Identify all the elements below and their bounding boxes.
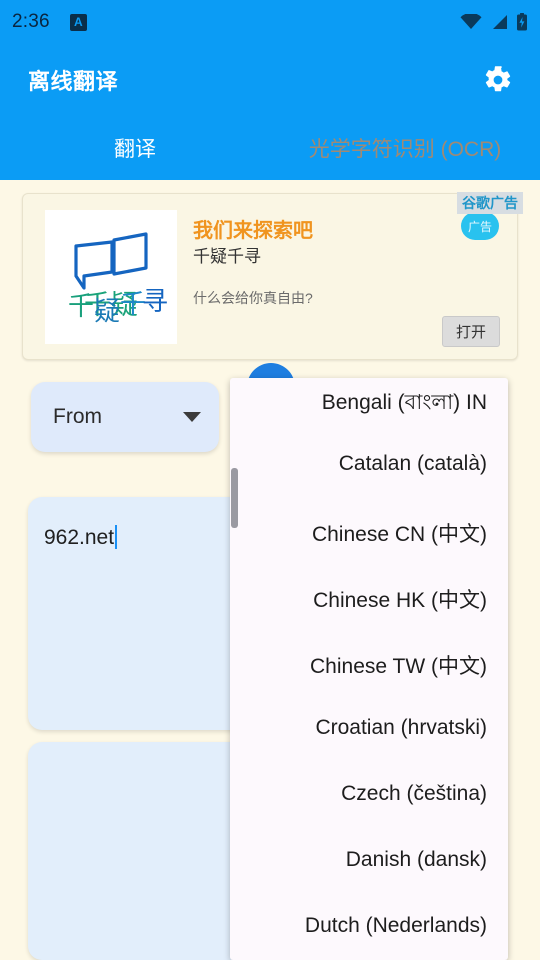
ad-thumbnail: 千疑 千 疑 千 寻: [45, 210, 177, 344]
from-language-label: From: [53, 405, 102, 428]
language-option-chinese-hk[interactable]: Chinese HK (中文): [230, 584, 487, 614]
language-option-bengali[interactable]: Bengali (বাংলা) IN: [230, 386, 487, 421]
status-clock: 2:36: [12, 11, 50, 32]
page-title: 离线翻译: [28, 69, 119, 94]
language-option-chinese-tw[interactable]: Chinese TW (中文): [230, 650, 487, 680]
ad-body-text: 什么会给你真自由?: [193, 290, 313, 306]
tab-translate[interactable]: 翻译: [0, 116, 270, 180]
language-option-czech[interactable]: Czech (čeština): [230, 782, 487, 806]
ad-open-button[interactable]: 打开: [441, 316, 500, 347]
language-option-dutch[interactable]: Dutch (Nederlands): [230, 914, 487, 938]
ad-subtitle: 千疑千寻: [193, 247, 261, 266]
chevron-down-icon: [183, 412, 201, 422]
language-option-catalan[interactable]: Catalan (català): [230, 452, 487, 476]
tab-bar: 翻译 光学字符识别 (OCR): [0, 116, 540, 180]
tab-ocr[interactable]: 光学字符识别 (OCR): [270, 116, 540, 180]
from-language-dropdown[interactable]: From: [31, 382, 219, 452]
signal-icon: [490, 14, 508, 30]
ad-badge: 广告: [461, 212, 499, 240]
text-cursor: [115, 525, 118, 549]
language-dropdown-list[interactable]: Bengali (বাংলা) IN Catalan (català) Chin…: [230, 378, 508, 960]
ad-sponsor-label: 谷歌广告: [457, 192, 523, 214]
language-option-croatian[interactable]: Croatian (hrvatski): [230, 716, 487, 740]
wifi-icon: [460, 14, 482, 30]
app-bar: 离线翻译: [0, 44, 540, 116]
ad-banner[interactable]: 谷歌广告 广告 千疑 千 疑 千 寻 我们来探索吧 千疑千寻 什么会给你真自由?…: [22, 192, 523, 360]
language-option-chinese-cn[interactable]: Chinese CN (中文): [230, 518, 487, 548]
dropdown-scrollbar[interactable]: [231, 468, 238, 528]
source-text-value: 962.net: [44, 525, 118, 550]
ad-headline: 我们来探索吧: [193, 220, 313, 242]
app-notification-icon: A: [69, 13, 87, 31]
gear-icon[interactable]: [478, 60, 518, 100]
language-option-danish[interactable]: Danish (dansk): [230, 848, 487, 872]
status-icons: [460, 13, 528, 31]
battery-charging-icon: [516, 13, 528, 31]
status-bar: 2:36 A: [0, 0, 540, 44]
